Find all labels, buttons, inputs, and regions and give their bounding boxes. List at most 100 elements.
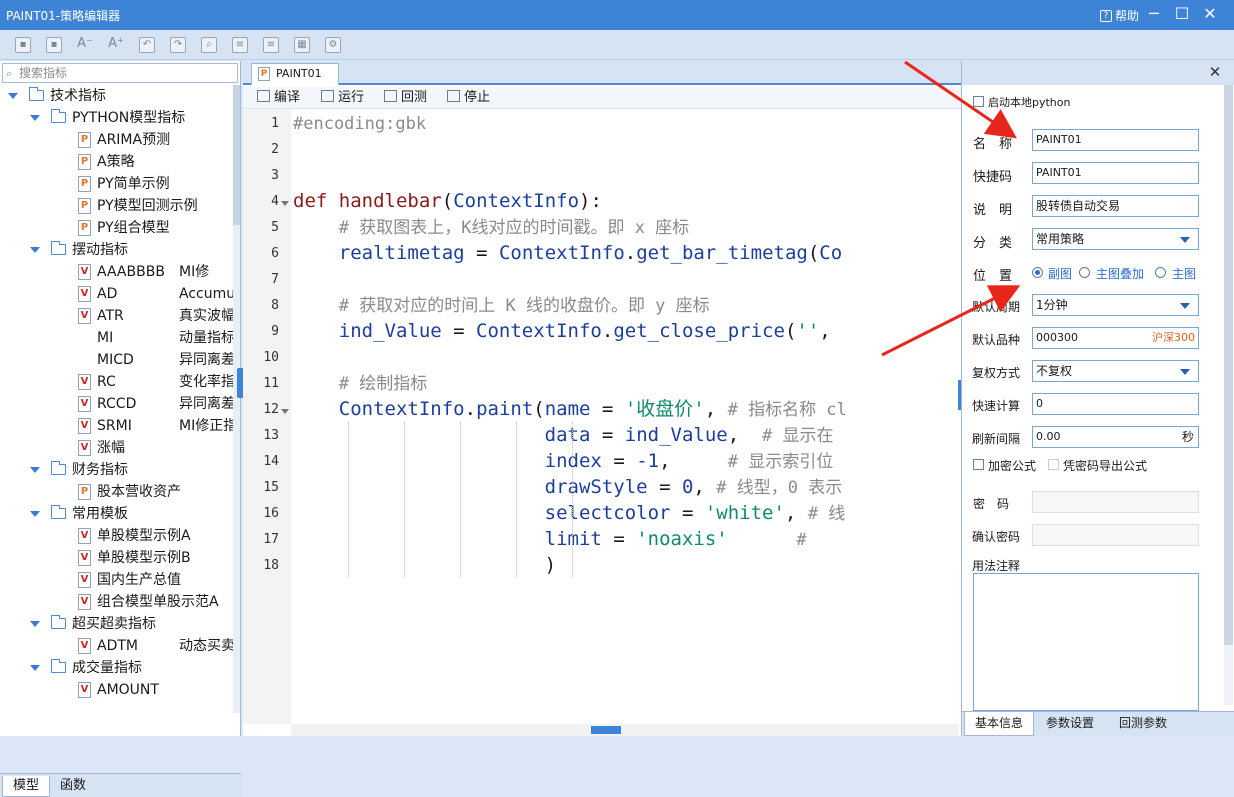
import-icon[interactable]: ▦ bbox=[294, 37, 310, 53]
tree-item[interactable]: P A策略 bbox=[0, 151, 234, 173]
tree-item[interactable]: V AD Accumulat bbox=[0, 283, 234, 305]
find-icon[interactable]: ⌕ bbox=[201, 37, 217, 53]
tree-category[interactable]: 财务指标 bbox=[0, 459, 234, 481]
export-pwd-checkbox[interactable] bbox=[1048, 459, 1059, 470]
desc-field[interactable]: 股转债自动交易 bbox=[1032, 195, 1199, 217]
run-button[interactable]: 运行 bbox=[321, 90, 364, 106]
tree-label: 国内生产总值 bbox=[97, 572, 181, 588]
title-bar: PAINT01-策略编辑器 ? 帮助 ─ ☐ ✕ bbox=[0, 0, 1234, 30]
expand-icon[interactable] bbox=[30, 115, 40, 121]
fold-marker-icon[interactable] bbox=[281, 409, 289, 414]
tree-category[interactable]: PYTHON模型指标 bbox=[0, 107, 234, 129]
search-input[interactable]: ⌕ 搜索指标 bbox=[2, 63, 238, 83]
confirm-password-field[interactable] bbox=[1032, 524, 1199, 546]
indicator-tree: 技术指标 PYTHON模型指标 P ARIMA预测 P A策略 P PY简单示例 P PY模型回测… bbox=[0, 85, 234, 713]
tree-category[interactable]: 成交量指标 bbox=[0, 657, 234, 679]
expand-icon[interactable] bbox=[30, 621, 40, 627]
refresh-field[interactable]: 0.00 秒 bbox=[1032, 426, 1199, 448]
indent-guide bbox=[572, 422, 573, 578]
fastcalc-field[interactable]: 0 bbox=[1032, 393, 1199, 415]
tree-item[interactable]: MICD 异同离差动 bbox=[0, 349, 234, 371]
expand-icon[interactable] bbox=[30, 511, 40, 517]
save-as-icon[interactable]: ▪ bbox=[46, 37, 62, 53]
editor-horizontal-scrollbar[interactable] bbox=[291, 724, 959, 736]
tab-function[interactable]: 函数 bbox=[50, 776, 96, 797]
tree-item[interactable]: V RCCD 异同离差 bbox=[0, 393, 234, 415]
tree-item[interactable]: V AAABBBB MI修 bbox=[0, 261, 234, 283]
stop-button[interactable]: 停止 bbox=[447, 90, 490, 106]
shortcut-field[interactable]: PAINT01 bbox=[1032, 162, 1199, 184]
export-icon[interactable]: ≡ bbox=[263, 37, 279, 53]
tree-category[interactable]: 超买超卖指标 bbox=[0, 613, 234, 635]
tree-scrollbar[interactable] bbox=[233, 85, 240, 713]
tree-item[interactable]: V 国内生产总值 bbox=[0, 569, 234, 591]
code-line: index = -1, # 显示索引位 bbox=[544, 450, 834, 472]
maximize-button[interactable]: ☐ bbox=[1171, 4, 1193, 26]
tree-item[interactable]: P PY组合模型 bbox=[0, 217, 234, 239]
tree-item[interactable]: V ATR 真实波幅 bbox=[0, 305, 234, 327]
tree-category[interactable]: 常用模板 bbox=[0, 503, 234, 525]
period-label: 默认周期 bbox=[972, 300, 1021, 314]
usage-textarea[interactable] bbox=[973, 573, 1199, 711]
stock-field[interactable]: 000300 沪深300 bbox=[1032, 327, 1199, 349]
properties-scrollbar[interactable] bbox=[1224, 85, 1233, 705]
expand-icon[interactable] bbox=[30, 665, 40, 671]
line-number: 6 bbox=[271, 246, 279, 261]
tree-category[interactable]: 技术指标 bbox=[0, 85, 234, 107]
position-radio-sub[interactable] bbox=[1032, 267, 1043, 278]
close-button[interactable]: ✕ bbox=[1199, 4, 1221, 26]
period-select[interactable]: 1分钟 bbox=[1032, 294, 1199, 316]
save-icon[interactable]: ▪ bbox=[15, 37, 31, 53]
replace-icon[interactable]: ≡ bbox=[232, 37, 248, 53]
properties-close-icon[interactable]: ✕ bbox=[1207, 63, 1223, 81]
folder-icon bbox=[51, 615, 66, 629]
tree-item[interactable]: P ARIMA预测 bbox=[0, 129, 234, 151]
file-tab[interactable]: P PAINT01 bbox=[251, 63, 339, 85]
category-select[interactable]: 常用策略 bbox=[1032, 228, 1199, 250]
encrypt-checkbox[interactable] bbox=[973, 459, 984, 470]
tree-item[interactable]: MI 动量指标 bbox=[0, 327, 234, 349]
tree-item[interactable]: P 股本营收资产 bbox=[0, 481, 234, 503]
backtest-button[interactable]: 回测 bbox=[384, 90, 427, 106]
tree-item[interactable]: V 单股模型示例A bbox=[0, 525, 234, 547]
tree-desc: MI修 bbox=[179, 264, 210, 280]
undo-icon[interactable]: ↶ bbox=[139, 37, 155, 53]
redo-icon[interactable]: ↷ bbox=[170, 37, 186, 53]
settings-icon[interactable]: ⚙ bbox=[325, 37, 341, 53]
expand-icon[interactable] bbox=[30, 247, 40, 253]
position-radio-main[interactable] bbox=[1155, 267, 1166, 278]
font-decrease-icon[interactable]: A⁻ bbox=[77, 37, 93, 53]
tree-item[interactable]: V SRMI MI修正指 bbox=[0, 415, 234, 437]
stock-name: 沪深300 bbox=[1152, 331, 1195, 344]
formula-file-icon: V bbox=[78, 638, 91, 654]
password-field[interactable] bbox=[1032, 491, 1199, 513]
minimize-button[interactable]: ─ bbox=[1143, 4, 1165, 26]
code-area[interactable]: #encoding:gbk def handlebar(ContextInfo):… bbox=[291, 109, 959, 724]
tree-item[interactable]: V ADTM 动态买卖 bbox=[0, 635, 234, 657]
tree-item[interactable]: P PY模型回测示例 bbox=[0, 195, 234, 217]
tree-item[interactable]: V 组合模型单股示范A bbox=[0, 591, 234, 613]
tab-model[interactable]: 模型 bbox=[2, 776, 51, 797]
help-button[interactable]: ? 帮助 bbox=[1100, 7, 1139, 24]
tree-desc: 动量指标 bbox=[179, 330, 234, 346]
tree-label: ARIMA预测 bbox=[97, 132, 171, 148]
font-increase-icon[interactable]: A⁺ bbox=[108, 37, 124, 53]
tree-item[interactable]: V AMOUNT bbox=[0, 679, 234, 701]
tab-param-settings[interactable]: 参数设置 bbox=[1036, 712, 1104, 736]
tab-basic-info[interactable]: 基本信息 bbox=[964, 712, 1035, 736]
rights-select[interactable]: 不复权 bbox=[1032, 360, 1199, 382]
tree-item[interactable]: V 涨幅 bbox=[0, 437, 234, 459]
name-field[interactable]: PAINT01 bbox=[1032, 129, 1199, 151]
position-radio-overlay[interactable] bbox=[1079, 267, 1090, 278]
tree-item[interactable]: V 单股模型示例B bbox=[0, 547, 234, 569]
formula-file-icon: V bbox=[78, 418, 91, 434]
expand-icon[interactable] bbox=[8, 93, 18, 99]
enable-python-checkbox[interactable] bbox=[973, 96, 984, 107]
tree-category[interactable]: 摆动指标 bbox=[0, 239, 234, 261]
tab-backtest-params[interactable]: 回测参数 bbox=[1109, 712, 1177, 736]
expand-icon[interactable] bbox=[30, 467, 40, 473]
compile-button[interactable]: 编译 bbox=[257, 90, 300, 106]
fold-marker-icon[interactable] bbox=[281, 201, 289, 206]
tree-item[interactable]: V RC 变化率指数 bbox=[0, 371, 234, 393]
tree-item[interactable]: P PY简单示例 bbox=[0, 173, 234, 195]
